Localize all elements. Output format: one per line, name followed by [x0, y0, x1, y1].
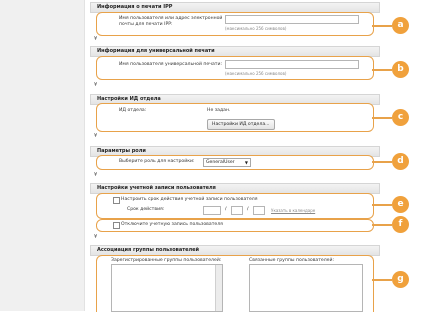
universal-username-input[interactable] [225, 60, 359, 69]
account-expiry-box: Настроить срок действия учетной записи п… [96, 193, 374, 219]
account-disable-box: Отключите учетную запись пользователя [96, 219, 374, 232]
role-select[interactable]: GeneralUser ▼ [203, 158, 251, 167]
divider-3: ¥ [94, 133, 98, 139]
disable-account-checkbox[interactable] [113, 222, 120, 229]
role-select-label: Выберите роль для настройки: [119, 159, 195, 164]
universal-label: Имя пользователя универсальной печати: [119, 62, 222, 67]
callout-badge-b: b [392, 61, 409, 78]
disable-account-label: Отключите учетную запись пользователя [121, 222, 223, 227]
expiry-checkbox[interactable] [113, 197, 120, 204]
divider-5: ¥ [94, 234, 98, 240]
dept-id-value: Не задан. [207, 108, 231, 113]
role-box: Выберите роль для настройки: GeneralUser… [96, 155, 374, 170]
ipp-label-line1: Имя пользователя или адрес электронной [119, 16, 223, 21]
callout-line-b [372, 69, 392, 71]
callout-line-d [372, 161, 392, 163]
universal-hint: (максимально 256 символов) [225, 71, 287, 76]
registered-groups-label: Зарегистрированные группы пользователей: [111, 258, 222, 263]
ipp-box: Имя пользователя или адрес электронной п… [96, 12, 374, 36]
callout-line-e [372, 204, 392, 206]
divider-4: ¥ [94, 172, 98, 178]
registered-groups-list[interactable] [111, 264, 223, 312]
callout-line-f [372, 224, 392, 226]
left-panel [0, 0, 85, 311]
callout-line-g [372, 279, 392, 281]
expiry-month-input[interactable] [231, 206, 243, 215]
main-form: Информация о печати IPP Имя пользователя… [90, 0, 380, 312]
callout-line-c [372, 117, 392, 119]
registered-groups-scrollbar[interactable] [215, 265, 222, 311]
expiry-checkbox-label: Настроить срок действия учетной записи п… [121, 197, 258, 202]
chevron-down-icon: ▼ [244, 160, 248, 165]
ipp-username-input[interactable] [225, 15, 359, 24]
dept-id-settings-button[interactable]: Настройки ИД отдела... [207, 119, 275, 130]
callout-badge-d: d [392, 153, 409, 170]
linked-groups-list[interactable] [249, 264, 363, 312]
ipp-hint: (максимально 256 символов) [225, 26, 287, 31]
dept-box: ИД отдела: Не задан. Настройки ИД отдела… [96, 103, 374, 132]
ipp-label-line2: почты для печати IPP: [119, 22, 173, 27]
calendar-link[interactable]: Указать в календаре [271, 208, 315, 213]
date-separator-1: / [225, 207, 227, 212]
dept-id-label: ИД отдела: [119, 108, 147, 113]
expiry-year-input[interactable] [203, 206, 221, 215]
linked-groups-label: Связанные группы пользователей: [249, 258, 335, 263]
callout-badge-a: a [392, 17, 409, 34]
callout-badge-g: g [392, 271, 409, 288]
role-select-value: GeneralUser [206, 160, 235, 165]
expiry-day-input[interactable] [253, 206, 265, 215]
callout-badge-f: f [392, 216, 409, 233]
universal-box: Имя пользователя универсальной печати: (… [96, 56, 374, 80]
expiry-label: Срок действия: [127, 207, 165, 212]
date-separator-2: / [247, 207, 249, 212]
groups-box: Зарегистрированные группы пользователей:… [96, 255, 374, 312]
callout-badge-e: e [392, 196, 409, 213]
callout-line-a [372, 25, 392, 27]
callout-badge-c: c [392, 109, 409, 126]
divider-1: ¥ [94, 36, 98, 42]
divider-2: ¥ [94, 82, 98, 88]
